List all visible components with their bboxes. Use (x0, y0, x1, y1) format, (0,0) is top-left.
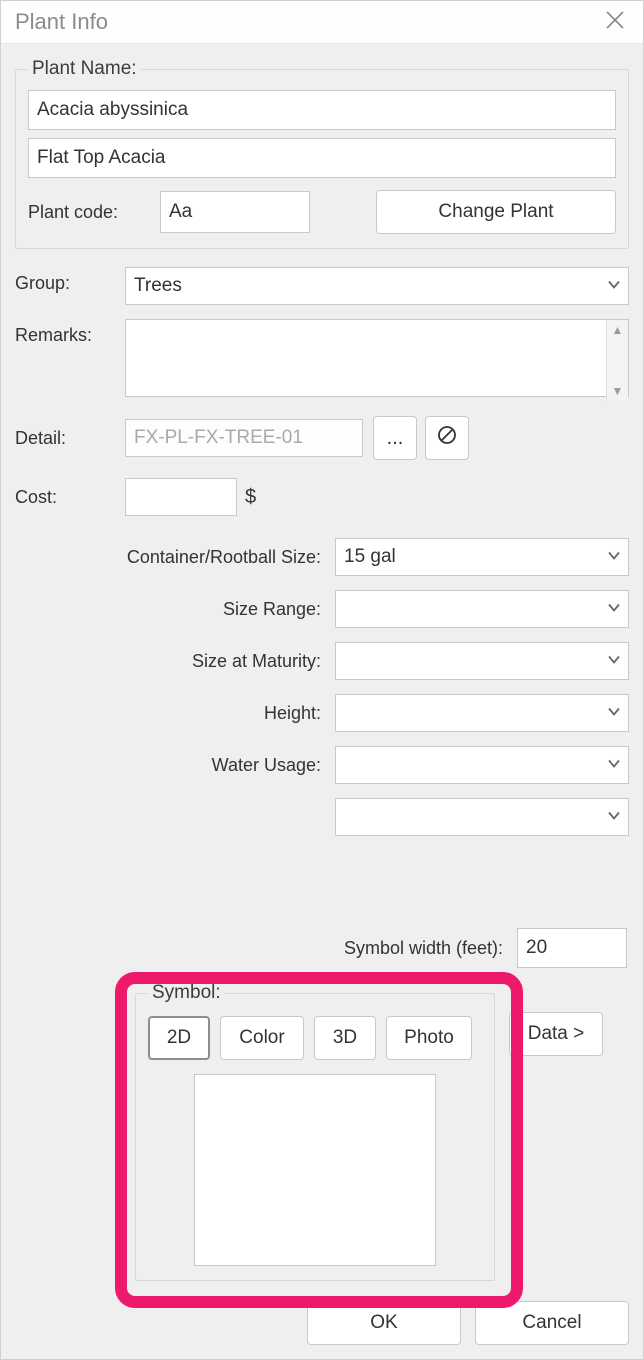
symbol-preview[interactable] (194, 1074, 436, 1266)
symbol-width-input[interactable] (517, 928, 627, 968)
scientific-name-input[interactable] (28, 90, 616, 130)
dialog-body: Plant Name: Plant code: Change Plant Gro… (1, 44, 643, 1291)
detail-input (125, 419, 363, 457)
plant-code-label: Plant code: (28, 202, 146, 223)
cost-input[interactable] (125, 478, 237, 516)
cancel-button[interactable]: Cancel (475, 1301, 629, 1345)
symbol-group: Symbol: 2D Color 3D Photo (135, 982, 495, 1281)
size-range-select[interactable] (335, 590, 629, 628)
dialog-footer: OK Cancel (1, 1291, 643, 1359)
group-select[interactable] (125, 267, 629, 305)
detail-label: Detail: (15, 428, 125, 449)
remarks-input[interactable] (125, 319, 629, 397)
plant-info-dialog: Plant Info Plant Name: Plant code: Chang… (0, 0, 644, 1360)
container-size-select[interactable] (335, 538, 629, 576)
remarks-scroll[interactable]: ▲ ▼ (606, 320, 628, 401)
arrow-up-icon: ▲ (612, 324, 624, 336)
close-icon (605, 10, 625, 35)
size-range-label: Size Range: (15, 599, 335, 620)
height-select[interactable] (335, 694, 629, 732)
symbol-section-wrap: Symbol: 2D Color 3D Photo Data > (15, 978, 629, 1281)
plant-name-group: Plant Name: Plant code: Change Plant (15, 58, 629, 249)
cost-suffix: $ (245, 486, 256, 509)
cost-label: Cost: (15, 487, 125, 508)
detail-clear-button[interactable] (425, 416, 469, 460)
group-label: Group: (15, 267, 125, 294)
height-label: Height: (15, 703, 335, 724)
plant-code-input[interactable] (160, 191, 310, 233)
detail-browse-button[interactable]: ... (373, 416, 417, 460)
window-title: Plant Info (15, 9, 108, 35)
symbol-tab-photo[interactable]: Photo (386, 1016, 472, 1060)
symbol-tab-color[interactable]: Color (220, 1016, 304, 1060)
size-maturity-label: Size at Maturity: (15, 651, 335, 672)
size-maturity-select[interactable] (335, 642, 629, 680)
change-plant-button[interactable]: Change Plant (376, 190, 616, 234)
titlebar: Plant Info (1, 1, 643, 44)
no-entry-icon (437, 425, 457, 451)
symbol-tab-2d[interactable]: 2D (148, 1016, 210, 1060)
water-usage-label: Water Usage: (15, 755, 335, 776)
container-size-label: Container/Rootball Size: (15, 547, 335, 568)
data-button[interactable]: Data > (509, 1012, 603, 1056)
symbol-legend: Symbol: (148, 982, 225, 1004)
common-name-input[interactable] (28, 138, 616, 178)
symbol-tab-3d[interactable]: 3D (314, 1016, 376, 1060)
plant-name-legend: Plant Name: (28, 58, 141, 80)
extra-select[interactable] (335, 798, 629, 836)
water-usage-select[interactable] (335, 746, 629, 784)
remarks-label: Remarks: (15, 319, 125, 346)
arrow-down-icon: ▼ (612, 385, 624, 397)
symbol-width-label: Symbol width (feet): (344, 938, 503, 959)
ok-button[interactable]: OK (307, 1301, 461, 1345)
close-button[interactable] (597, 4, 633, 40)
